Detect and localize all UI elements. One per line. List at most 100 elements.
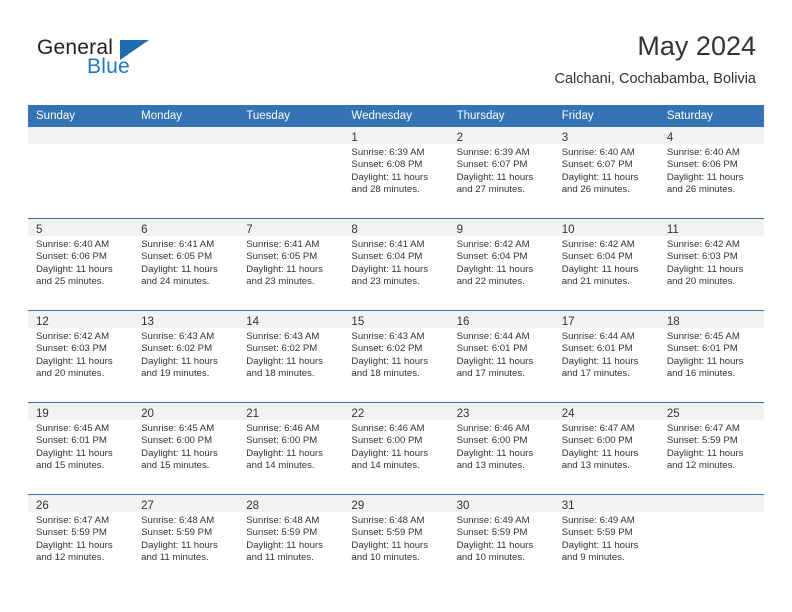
daylight-text-line1: Daylight: 11 hours [456, 447, 534, 459]
sunrise-text: Sunrise: 6:42 AM [456, 239, 530, 250]
calendar-day-cell: 26 Sunrise: 6:47 AM Sunset: 5:59 PM Dayligh… [28, 494, 134, 586]
sunset-text: Sunset: 5:59 PM [666, 435, 738, 447]
calendar-day-cell: 6 Sunrise: 6:41 AM Sunset: 6:05 PM Daylight… [133, 218, 239, 311]
calendar-day-cell: 25 Sunrise: 6:47 AM Sunset: 5:59 PM Dayligh… [658, 402, 764, 495]
day-number-band: 23 [448, 403, 554, 420]
daylight-text-line2: and 18 minutes. [246, 368, 315, 380]
daylight-text-line1: Daylight: 11 hours [561, 355, 639, 367]
day-details: Sunrise: 6:41 AM Sunset: 6:05 PM Daylight:… [133, 236, 238, 289]
general-blue-logo[interactable]: General Blue [37, 36, 157, 82]
daylight-text-line1: Daylight: 11 hours [666, 355, 744, 367]
calendar-day-cell: 12 Sunrise: 6:42 AM Sunset: 6:03 PM Dayligh… [28, 310, 134, 403]
calendar-day-cell: 9 Sunrise: 6:42 AM Sunset: 6:04 PM Daylight… [448, 218, 554, 311]
daylight-text-line1: Daylight: 11 hours [36, 263, 113, 275]
daylight-text-line1: Daylight: 11 hours [141, 355, 218, 367]
sunset-text: Sunset: 6:01 PM [666, 343, 738, 355]
sunset-text: Sunset: 6:02 PM [351, 343, 423, 355]
page-title: May 2024 [637, 31, 756, 61]
calendar-day-cell: 1 Sunrise: 6:39 AM Sunset: 6:08 PM Daylight… [343, 127, 449, 219]
day-number-band [133, 127, 239, 144]
calendar-day-cell: 30 Sunrise: 6:49 AM Sunset: 5:59 PM Dayligh… [448, 494, 554, 586]
daylight-text-line2: and 17 minutes. [561, 368, 630, 380]
sunset-text: Sunset: 6:04 PM [351, 251, 423, 263]
day-number: 7 [246, 224, 253, 236]
day-details: Sunrise: 6:45 AM Sunset: 6:00 PM Daylight:… [133, 420, 238, 473]
day-number: 4 [666, 132, 674, 144]
daylight-text-line2: and 14 minutes. [246, 460, 315, 472]
daylight-text-line1: Daylight: 11 hours [246, 539, 323, 551]
day-number-band: 3 [553, 127, 659, 144]
month-calendar-grid: Sunday Monday Tuesday Wednesday Thursday… [28, 105, 764, 586]
day-number: 19 [36, 408, 49, 420]
calendar-week-row: 12 Sunrise: 6:42 AM Sunset: 6:03 PM Dayligh… [28, 310, 764, 403]
day-number-band: 28 [238, 495, 344, 512]
daylight-text-line2: and 22 minutes. [456, 276, 525, 288]
sunset-text: Sunset: 6:05 PM [141, 251, 213, 263]
sunrise-text: Sunrise: 6:49 AM [456, 515, 530, 526]
daylight-text-line2: and 20 minutes. [36, 368, 105, 380]
day-details: Sunrise: 6:40 AM Sunset: 6:06 PM Daylight:… [28, 236, 133, 289]
sunset-text: Sunset: 6:00 PM [351, 435, 423, 447]
daylight-text-line1: Daylight: 11 hours [36, 539, 113, 551]
sunrise-text: Sunrise: 6:41 AM [246, 239, 320, 250]
day-details: Sunrise: 6:41 AM Sunset: 6:04 PM Daylight:… [343, 236, 448, 289]
sunset-text: Sunset: 6:02 PM [141, 343, 213, 355]
daylight-text-line2: and 14 minutes. [351, 460, 420, 472]
calendar-day-cell: 31 Sunrise: 6:49 AM Sunset: 5:59 PM Dayligh… [553, 494, 659, 586]
day-details: Sunrise: 6:44 AM Sunset: 6:01 PM Daylight:… [554, 328, 659, 381]
sunset-text: Sunset: 6:02 PM [246, 343, 318, 355]
day-number-band: 11 [658, 219, 764, 236]
sunrise-text: Sunrise: 6:41 AM [141, 239, 215, 250]
day-number-band: 26 [28, 495, 134, 512]
sunrise-text: Sunrise: 6:47 AM [561, 423, 635, 434]
day-number-band: 14 [238, 311, 344, 328]
weekday-header-tuesday: Tuesday [238, 105, 344, 127]
day-number: 24 [561, 408, 575, 420]
day-number-band: 6 [133, 219, 239, 236]
day-details: Sunrise: 6:41 AM Sunset: 6:05 PM Daylight:… [238, 236, 343, 289]
day-number: 16 [456, 316, 470, 328]
daylight-text-line2: and 11 minutes. [141, 552, 209, 564]
day-details: Sunrise: 6:45 AM Sunset: 6:01 PM Daylight:… [659, 328, 764, 381]
day-number: 3 [561, 132, 569, 144]
weekday-header-sunday: Sunday [28, 105, 134, 127]
day-number: 21 [246, 408, 260, 420]
sunrise-text: Sunrise: 6:46 AM [351, 423, 425, 434]
daylight-text-line2: and 26 minutes. [666, 184, 736, 196]
calendar-day-cell: 18 Sunrise: 6:45 AM Sunset: 6:01 PM Dayligh… [658, 310, 764, 403]
day-number: 26 [36, 500, 49, 512]
daylight-text-line2: and 26 minutes. [561, 184, 630, 196]
day-details: Sunrise: 6:44 AM Sunset: 6:01 PM Daylight:… [449, 328, 554, 381]
daylight-text-line1: Daylight: 11 hours [351, 447, 429, 459]
day-number: 1 [351, 132, 358, 144]
daylight-text-line1: Daylight: 11 hours [141, 539, 218, 551]
day-details: Sunrise: 6:48 AM Sunset: 5:59 PM Daylight:… [238, 512, 343, 565]
day-number-band: 20 [133, 403, 239, 420]
sunrise-text: Sunrise: 6:42 AM [561, 239, 635, 250]
daylight-text-line2: and 21 minutes. [561, 276, 630, 288]
calendar-week-row: 5 Sunrise: 6:40 AM Sunset: 6:06 PM Daylight… [28, 218, 764, 311]
daylight-text-line1: Daylight: 11 hours [36, 447, 113, 459]
day-details: Sunrise: 6:49 AM Sunset: 5:59 PM Daylight:… [449, 512, 554, 565]
sunrise-text: Sunrise: 6:42 AM [36, 331, 110, 342]
daylight-text-line2: and 13 minutes. [456, 460, 525, 472]
daylight-text-line2: and 11 minutes. [246, 552, 314, 564]
day-number: 20 [141, 408, 154, 420]
sunrise-text: Sunrise: 6:47 AM [36, 515, 110, 526]
daylight-text-line2: and 16 minutes. [666, 368, 736, 380]
day-number: 6 [141, 224, 148, 236]
day-number: 17 [561, 316, 575, 328]
sunrise-text: Sunrise: 6:41 AM [351, 239, 425, 250]
calendar-day-cell: 28 Sunrise: 6:48 AM Sunset: 5:59 PM Dayligh… [238, 494, 344, 586]
daylight-text-line1: Daylight: 11 hours [246, 263, 323, 275]
day-number-band: 30 [448, 495, 554, 512]
day-details: Sunrise: 6:40 AM Sunset: 6:06 PM Daylight:… [659, 144, 764, 197]
day-number: 15 [351, 316, 365, 328]
weekday-header-wednesday: Wednesday [343, 105, 449, 127]
daylight-text-line2: and 17 minutes. [456, 368, 525, 380]
calendar-day-cell: 4 Sunrise: 6:40 AM Sunset: 6:06 PM Daylight… [658, 127, 764, 219]
day-number-band: 31 [553, 495, 659, 512]
daylight-text-line1: Daylight: 11 hours [456, 263, 534, 275]
sunset-text: Sunset: 5:59 PM [246, 527, 318, 539]
day-details: Sunrise: 6:47 AM Sunset: 6:00 PM Daylight:… [554, 420, 659, 473]
